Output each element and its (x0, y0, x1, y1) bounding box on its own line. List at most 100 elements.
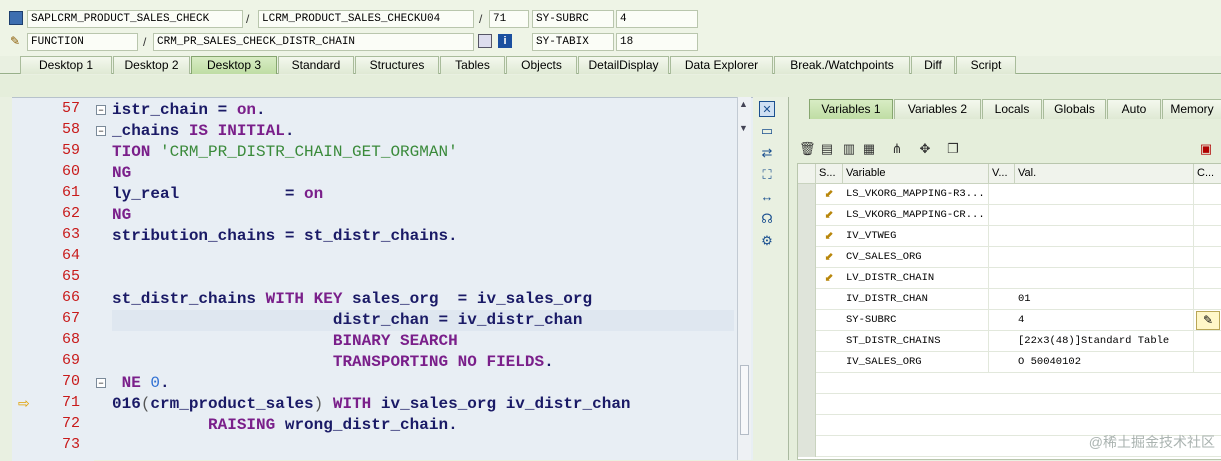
settings-icon[interactable]: ⚙ (759, 233, 775, 249)
table-row[interactable]: ST_DISTR_CHAINS [22x3(48)]Standard Table (798, 331, 1221, 352)
tab-auto[interactable]: Auto (1107, 99, 1161, 119)
variable-value[interactable] (1015, 226, 1194, 247)
editor-scrollbar[interactable]: ▲ ▼ (737, 97, 751, 460)
source-editor[interactable]: 57 58 59 60 61 62 63 64 65 66 67 68 69 7… (12, 97, 753, 461)
subrc-value[interactable]: 4 (616, 10, 698, 28)
variable-value[interactable]: O 50040102 (1015, 352, 1194, 373)
close-icon[interactable]: ✕ (759, 101, 775, 117)
swap-tool-icon[interactable]: ⇄ (759, 145, 775, 161)
info-icon[interactable]: i (498, 34, 512, 48)
row-selector[interactable] (798, 310, 816, 331)
line-field[interactable]: 71 (489, 10, 529, 28)
services-icon[interactable]: ☊ (759, 211, 775, 227)
save-list-icon[interactable]: ▦ (861, 141, 877, 157)
tab-variables-2[interactable]: Variables 2 (894, 99, 981, 119)
variable-value[interactable]: 4 (1015, 310, 1194, 331)
table-row[interactable]: IV_DISTR_CHAN 01 (798, 289, 1221, 310)
column-header-variable[interactable]: Variable (843, 164, 989, 184)
code-area[interactable]: istr_chain = on. _chains IS INITIAL. TIO… (112, 98, 734, 461)
copy-icon[interactable]: ❐ (945, 141, 961, 157)
row-selector[interactable] (798, 226, 816, 247)
tabix-value[interactable]: 18 (616, 33, 698, 51)
row-selector[interactable] (798, 247, 816, 268)
scroll-thumb[interactable] (740, 365, 749, 435)
row-selector[interactable] (798, 373, 816, 394)
resize-icon[interactable]: ↔ (759, 189, 775, 205)
include-field[interactable]: LCRM_PRODUCT_SALES_CHECKU04 (258, 10, 474, 28)
row-selector[interactable] (798, 394, 816, 415)
tab-variables-1[interactable]: Variables 1 (809, 99, 893, 119)
move-icon[interactable]: ✥ (917, 141, 933, 157)
variable-value[interactable] (1015, 205, 1194, 226)
scroll-down-icon[interactable]: ▼ (739, 123, 748, 133)
code-line: BINARY SEARCH (332, 332, 458, 350)
tab-desktop-3[interactable]: Desktop 3 (191, 56, 277, 74)
program-field[interactable]: SAPLCRM_PRODUCT_SALES_CHECK (27, 10, 243, 28)
hierarchy-icon[interactable]: ⋔ (889, 141, 905, 157)
scroll-up-icon[interactable]: ▲ (739, 99, 748, 109)
row-selector[interactable] (798, 184, 816, 205)
tab-detaildisplay[interactable]: DetailDisplay (578, 56, 669, 74)
row-selector[interactable] (798, 289, 816, 310)
row-selector[interactable] (798, 352, 816, 373)
column-header-s[interactable]: S... (816, 164, 843, 184)
code-line: NE 0. (121, 374, 170, 392)
display-icon[interactable] (478, 34, 492, 48)
table-row[interactable]: ⬋ LS_VKORG_MAPPING-CR... (798, 205, 1221, 226)
save-icon[interactable]: ▣ (1198, 141, 1214, 157)
variable-name: LS_VKORG_MAPPING-R3... (843, 184, 989, 205)
tab-tables[interactable]: Tables (440, 56, 505, 74)
variable-value[interactable] (1015, 247, 1194, 268)
tab-locals[interactable]: Locals (982, 99, 1042, 119)
table-row[interactable]: ⬋ LS_VKORG_MAPPING-R3... (798, 184, 1221, 205)
code-line: RAISING wrong_distr_chain. (208, 416, 458, 434)
line-number: 68 (61, 331, 80, 348)
variable-value[interactable] (1015, 268, 1194, 289)
edit-pencil-icon[interactable]: ✎ (1196, 311, 1220, 330)
table-row[interactable]: IV_SALES_ORG O 50040102 (798, 352, 1221, 373)
export-icon[interactable]: ▤ (819, 141, 835, 157)
tab-diff[interactable]: Diff (911, 56, 955, 74)
maximize-icon[interactable]: ⛶ (759, 167, 775, 183)
fold-toggle-icon[interactable]: − (96, 378, 106, 388)
row-selector[interactable] (798, 436, 816, 457)
row-selector[interactable] (798, 415, 816, 436)
tab-script[interactable]: Script (956, 56, 1016, 74)
column-header-value[interactable]: Val. (1015, 164, 1194, 184)
tab-structures[interactable]: Structures (355, 56, 439, 74)
table-row[interactable] (798, 394, 1221, 415)
variable-value[interactable] (1015, 184, 1194, 205)
row-selector[interactable] (798, 331, 816, 352)
fold-toggle-icon[interactable]: − (96, 105, 106, 115)
table-row[interactable]: SY-SUBRC 4 ✎ (798, 310, 1221, 331)
tab-data-explorer[interactable]: Data Explorer (670, 56, 773, 74)
variable-value[interactable]: [22x3(48)]Standard Table (1015, 331, 1194, 352)
variable-name: LS_VKORG_MAPPING-CR... (843, 205, 989, 226)
column-header-v[interactable]: V... (989, 164, 1015, 184)
tab-globals[interactable]: Globals (1043, 99, 1106, 119)
line-number: 69 (61, 352, 80, 369)
type-field[interactable]: FUNCTION (27, 33, 138, 51)
tab-standard[interactable]: Standard (278, 56, 354, 74)
tab-memory[interactable]: Memory (1162, 99, 1221, 119)
row-selector[interactable] (798, 268, 816, 289)
variable-value[interactable]: 01 (1015, 289, 1194, 310)
table-row[interactable] (798, 373, 1221, 394)
new-tool-icon[interactable]: ▭ (759, 123, 775, 139)
event-field[interactable]: CRM_PR_SALES_CHECK_DISTR_CHAIN (153, 33, 474, 51)
tab-desktop-2[interactable]: Desktop 2 (113, 56, 190, 74)
table-row[interactable]: ⬋ CV_SALES_ORG (798, 247, 1221, 268)
tab-breakpoints[interactable]: Break./Watchpoints (774, 56, 910, 74)
function-icon: ✎ (10, 34, 21, 48)
subrc-label: SY-SUBRC (532, 10, 614, 28)
delete-icon[interactable]: 🗑 (799, 141, 816, 157)
row-selector[interactable] (798, 205, 816, 226)
tab-objects[interactable]: Objects (506, 56, 577, 74)
tab-desktop-1[interactable]: Desktop 1 (20, 56, 112, 74)
debugger-header: SAPLCRM_PRODUCT_SALES_CHECK / LCRM_PRODU… (0, 0, 1221, 56)
fold-toggle-icon[interactable]: − (96, 126, 106, 136)
column-header-c[interactable]: C... (1194, 164, 1221, 184)
table-row[interactable]: ⬋ LV_DISTR_CHAIN (798, 268, 1221, 289)
table-row[interactable]: ⬋ IV_VTWEG (798, 226, 1221, 247)
import-icon[interactable]: ▥ (841, 141, 857, 157)
